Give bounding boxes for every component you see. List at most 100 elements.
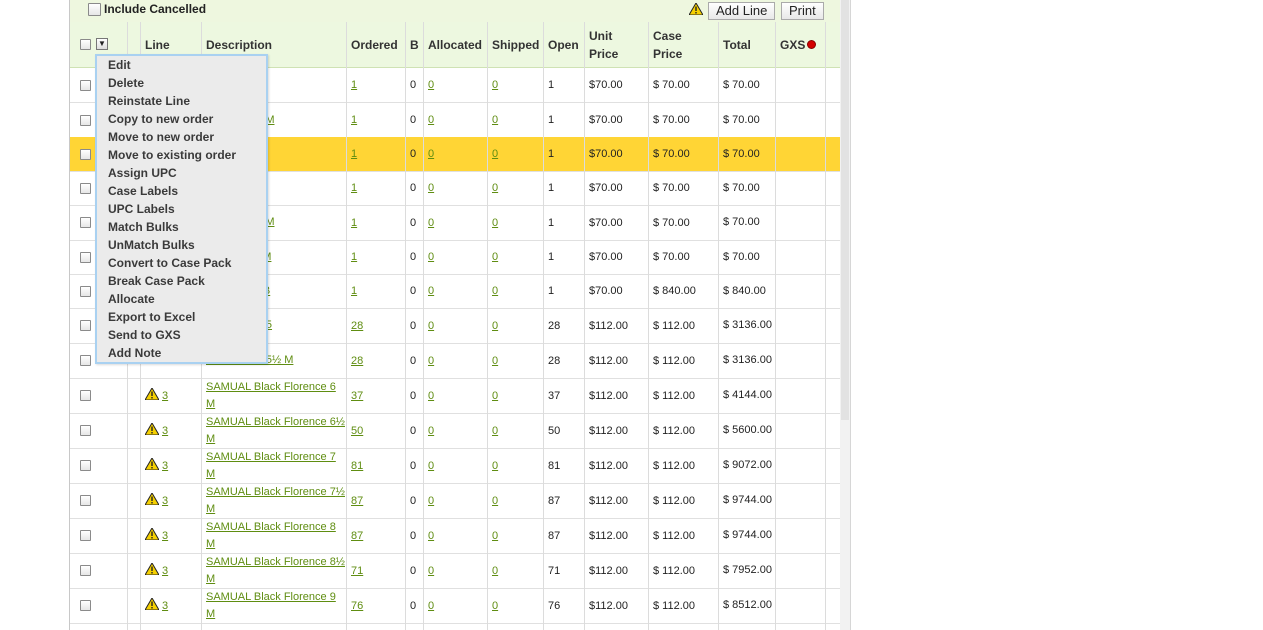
- row-shipped[interactable]: 0: [487, 103, 543, 137]
- row-ordered[interactable]: 28: [346, 343, 405, 378]
- row-allocated-text[interactable]: 0: [428, 600, 434, 612]
- row-shipped-text[interactable]: 0: [492, 355, 498, 367]
- row-allocated-text[interactable]: 0: [428, 355, 434, 367]
- table-row[interactable]: 3 SAMUAL Black Florence 6 M 37 0 0 0 37 $112.00…: [70, 378, 840, 414]
- row-allocated[interactable]: 0: [423, 448, 487, 483]
- row-ordered[interactable]: 1: [346, 103, 405, 137]
- row-ordered-text[interactable]: 37: [351, 390, 363, 402]
- row-allocated-text[interactable]: 0: [428, 285, 434, 297]
- row-ordered-text[interactable]: 71: [351, 565, 363, 577]
- row-allocated[interactable]: 0: [423, 518, 487, 553]
- row-shipped[interactable]: 0: [487, 68, 543, 102]
- row-description[interactable]: SAMUAL Black Florence 9 M: [201, 588, 346, 623]
- row-checkbox[interactable]: [80, 114, 91, 126]
- menu-item-convert-to-case-pack[interactable]: Convert to Case Pack: [108, 256, 231, 270]
- table-row[interactable]: 3 SAMUAL Black Florence 7 M 81 0 0 0 81 $112.00…: [70, 448, 840, 484]
- row-ordered[interactable]: 87: [346, 483, 405, 518]
- row-ordered[interactable]: 1: [346, 205, 405, 240]
- row-line-link[interactable]: 3: [162, 600, 168, 612]
- row-allocated[interactable]: 0: [423, 68, 487, 102]
- row-line[interactable]: 3: [140, 518, 201, 553]
- menu-item-move-to-existing-order[interactable]: Move to existing order: [108, 148, 236, 162]
- row-checkbox[interactable]: [80, 355, 91, 366]
- row-select[interactable]: [75, 588, 105, 623]
- row-allocated-text[interactable]: 0: [428, 320, 434, 332]
- row-ordered-text[interactable]: 28: [351, 320, 363, 332]
- actions-dropdown-toggle[interactable]: ▼: [96, 38, 108, 50]
- row-checkbox[interactable]: [80, 320, 91, 331]
- row-select[interactable]: [75, 448, 105, 483]
- row-shipped[interactable]: 0: [487, 240, 543, 274]
- row-description[interactable]: SAMUAL Black Florence 8 M: [201, 518, 346, 553]
- menu-item-unmatch-bulks[interactable]: UnMatch Bulks: [108, 238, 195, 252]
- row-shipped-text[interactable]: 0: [492, 114, 498, 126]
- menu-item-delete[interactable]: Delete: [108, 76, 144, 90]
- include-cancelled-checkbox[interactable]: [88, 2, 101, 16]
- row-allocated-text[interactable]: 0: [428, 79, 434, 91]
- row-description-text[interactable]: SAMUAL Black Florence 9 M: [206, 589, 346, 623]
- header-case-price[interactable]: Case Price: [648, 22, 708, 67]
- row-shipped[interactable]: 0: [487, 483, 543, 518]
- row-shipped[interactable]: 0: [487, 378, 543, 413]
- row-ordered[interactable]: 76: [346, 588, 405, 623]
- row-select[interactable]: [75, 518, 105, 553]
- menu-item-edit[interactable]: Edit: [108, 58, 131, 72]
- row-allocated-text[interactable]: 0: [428, 182, 434, 194]
- header-open[interactable]: Open: [543, 22, 584, 67]
- row-ordered-text[interactable]: 76: [351, 600, 363, 612]
- row-shipped[interactable]: [487, 623, 543, 630]
- row-allocated[interactable]: 0: [423, 240, 487, 274]
- row-shipped-text[interactable]: 0: [492, 79, 498, 91]
- row-description[interactable]: SAMUAL Black Fl: [201, 623, 346, 630]
- row-line-link[interactable]: 3: [162, 495, 168, 507]
- row-line[interactable]: 3: [140, 588, 201, 623]
- row-allocated-text[interactable]: 0: [428, 390, 434, 402]
- row-ordered-text[interactable]: 1: [351, 285, 357, 297]
- row-checkbox[interactable]: [80, 182, 91, 194]
- menu-item-send-to-gxs[interactable]: Send to GXS: [108, 328, 181, 342]
- print-button[interactable]: Print: [781, 2, 824, 20]
- row-allocated-text[interactable]: 0: [428, 217, 434, 229]
- row-allocated[interactable]: 0: [423, 137, 487, 171]
- header-total[interactable]: Total: [718, 22, 775, 67]
- row-select[interactable]: [75, 413, 105, 448]
- row-description-text[interactable]: SAMUAL Black Florence 6 M: [206, 379, 346, 413]
- menu-item-add-note[interactable]: Add Note: [108, 346, 161, 360]
- row-line-link[interactable]: 3: [162, 530, 168, 542]
- row-allocated[interactable]: 0: [423, 553, 487, 588]
- table-row[interactable]: 3 SAMUAL Black Florence 8 M 87 0 0 0 87 $112.00…: [70, 518, 840, 554]
- header-ordered[interactable]: Ordered: [346, 22, 405, 67]
- row-shipped[interactable]: 0: [487, 518, 543, 553]
- vertical-scrollbar[interactable]: [840, 0, 851, 630]
- row-allocated[interactable]: 0: [423, 378, 487, 413]
- row-shipped[interactable]: 0: [487, 308, 543, 343]
- row-shipped-text[interactable]: 0: [492, 148, 498, 160]
- row-shipped-text[interactable]: 0: [492, 217, 498, 229]
- row-line-link[interactable]: 3: [162, 390, 168, 402]
- row-line[interactable]: 3: [140, 413, 201, 448]
- menu-item-export-to-excel[interactable]: Export to Excel: [108, 310, 195, 324]
- row-ordered-text[interactable]: 87: [351, 530, 363, 542]
- select-all-checkbox[interactable]: [80, 39, 91, 50]
- table-row[interactable]: 3 SAMUAL Black Florence 7½ M 87 0 0 0 87 $112.0…: [70, 483, 840, 519]
- row-description[interactable]: SAMUAL Black Florence 7 M: [201, 448, 346, 483]
- add-line-button[interactable]: Add Line: [708, 2, 776, 20]
- row-shipped[interactable]: 0: [487, 588, 543, 623]
- row-line[interactable]: 3: [140, 553, 201, 588]
- row-shipped-text[interactable]: 0: [492, 460, 498, 472]
- row-ordered[interactable]: 81: [346, 448, 405, 483]
- row-allocated[interactable]: 0: [423, 205, 487, 240]
- row-shipped-text[interactable]: 0: [492, 600, 498, 612]
- row-allocated-text[interactable]: 0: [428, 460, 434, 472]
- row-checkbox[interactable]: [80, 530, 91, 541]
- row-shipped-text[interactable]: 0: [492, 320, 498, 332]
- row-description[interactable]: SAMUAL Black Florence 6½ M: [201, 413, 346, 448]
- header-unit-price[interactable]: Unit Price: [584, 22, 644, 67]
- row-shipped-text[interactable]: 0: [492, 565, 498, 577]
- row-line-link[interactable]: 3: [162, 425, 168, 437]
- row-shipped-text[interactable]: 0: [492, 495, 498, 507]
- row-allocated[interactable]: 0: [423, 483, 487, 518]
- row-ordered[interactable]: [346, 623, 405, 630]
- row-shipped-text[interactable]: 0: [492, 390, 498, 402]
- row-select[interactable]: [75, 483, 105, 518]
